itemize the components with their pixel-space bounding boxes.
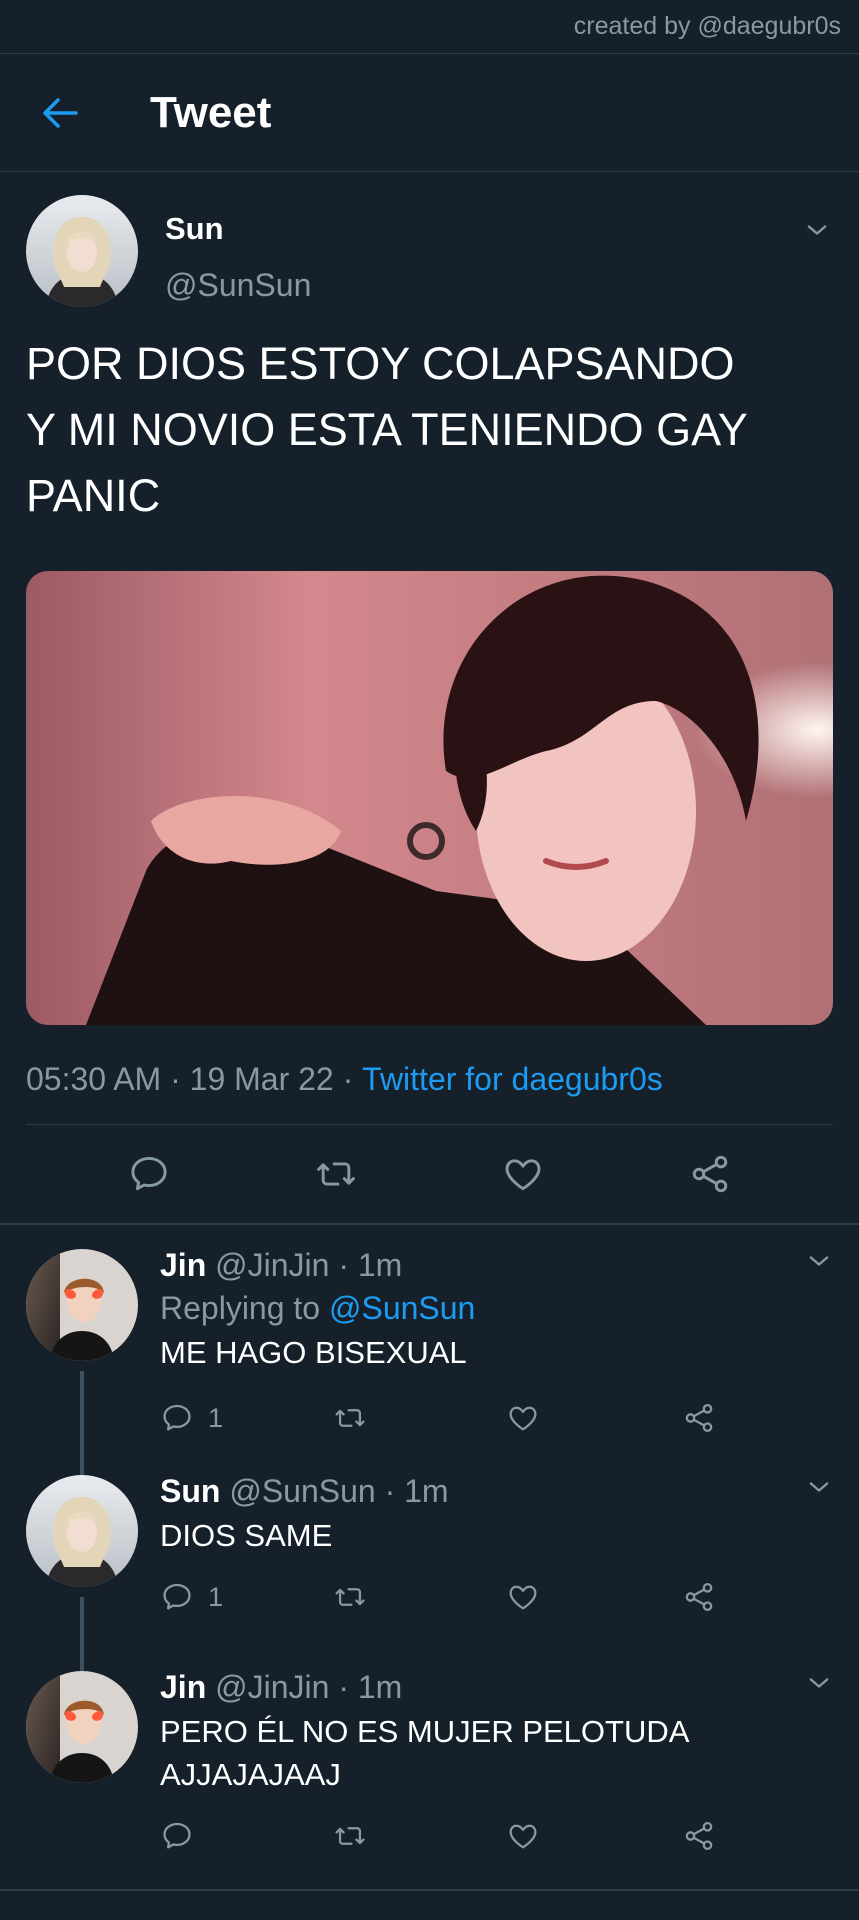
reply-time: · 1m	[384, 1473, 449, 1509]
share-icon	[682, 1580, 716, 1614]
reply-header: Jin @JinJin · 1m	[160, 1247, 833, 1284]
credit-bar: created by @daegubr0s	[0, 0, 859, 54]
tweet-image[interactable]	[26, 571, 833, 1025]
reply-actions: 1	[160, 1577, 833, 1617]
reply-author-handle[interactable]: @SunSun	[229, 1473, 375, 1509]
reply-tweet[interactable]: Jin @JinJin · 1m Replying to @SunSun ME …	[0, 1225, 859, 1475]
author-names: Sun @SunSun	[165, 195, 311, 304]
share-button[interactable]	[682, 1819, 716, 1853]
retweet-button[interactable]	[333, 1401, 506, 1435]
reply-button[interactable]: 1	[160, 1401, 333, 1435]
page-title: Tweet	[150, 87, 272, 137]
share-button[interactable]	[688, 1152, 732, 1196]
reply-button[interactable]	[160, 1819, 333, 1853]
retweet-button[interactable]	[333, 1819, 506, 1853]
reply-actions	[160, 1816, 833, 1856]
comment-icon	[160, 1580, 194, 1614]
chevron-down-icon[interactable]	[803, 216, 831, 244]
thread-line	[80, 1371, 84, 1475]
replying-to: Replying to @SunSun	[160, 1290, 833, 1327]
like-button[interactable]	[506, 1401, 682, 1435]
top-header: Tweet	[0, 54, 859, 172]
thread-line	[80, 1597, 84, 1671]
main-tweet-actions	[26, 1125, 833, 1223]
comment-icon	[127, 1152, 171, 1196]
reply-tweet[interactable]: Jin @JinJin · 1m PERO ÉL NO ES MUJER PEL…	[0, 1669, 859, 1889]
back-button[interactable]	[38, 91, 82, 135]
reply-author-name[interactable]: Sun	[160, 1473, 220, 1509]
reply-text: DIOS SAME	[160, 1518, 333, 1553]
reply-author-name[interactable]: Jin	[160, 1247, 206, 1283]
comment-icon	[160, 1401, 194, 1435]
like-button[interactable]	[506, 1580, 682, 1614]
credit-text: created by @daegubr0s	[573, 12, 841, 40]
reply-author-handle[interactable]: @JinJin	[215, 1669, 329, 1705]
reply-body: Jin @JinJin · 1m PERO ÉL NO ES MUJER PEL…	[160, 1669, 833, 1889]
retweet-icon	[314, 1152, 358, 1196]
avatar[interactable]	[26, 195, 138, 307]
reply-author-handle[interactable]: @JinJin	[215, 1247, 329, 1283]
back-arrow-icon	[43, 97, 78, 128]
heart-icon	[506, 1580, 540, 1614]
like-button[interactable]	[506, 1819, 682, 1853]
reply-author-name[interactable]: Jin	[160, 1669, 206, 1705]
author-name[interactable]: Sun	[165, 211, 311, 247]
share-icon	[688, 1152, 732, 1196]
main-tweet: Sun @SunSun POR DIOS ESTOY COLAPSANDO Y …	[0, 172, 859, 1223]
retweet-button[interactable]	[333, 1580, 506, 1614]
reply-tweet[interactable]: Sun @SunSun · 1m DIOS SAME 1	[0, 1473, 859, 1671]
avatar[interactable]	[26, 1671, 138, 1783]
comment-icon	[160, 1819, 194, 1853]
tweet-meta: 05:30 AM · 19 Mar 22 · Twitter for daegu…	[26, 1061, 833, 1098]
tweet-text: POR DIOS ESTOY COLAPSANDO Y MI NOVIO EST…	[26, 338, 748, 521]
meta-separator: ·	[161, 1061, 190, 1097]
heart-icon	[506, 1819, 540, 1853]
avatar[interactable]	[26, 1249, 138, 1361]
tweet-source-link[interactable]: Twitter for daegubr0s	[362, 1061, 663, 1098]
section-divider	[0, 1889, 859, 1891]
heart-icon	[506, 1401, 540, 1435]
reply-actions: 1	[160, 1398, 833, 1438]
tweet-date: 19 Mar 22	[189, 1061, 334, 1097]
reply-time: · 1m	[338, 1669, 403, 1705]
replying-prefix: Replying to	[160, 1290, 329, 1326]
reply-body: Sun @SunSun · 1m DIOS SAME 1	[160, 1473, 833, 1671]
reply-body: Jin @JinJin · 1m Replying to @SunSun ME …	[160, 1247, 833, 1475]
comment-count: 1	[208, 1581, 224, 1612]
retweet-icon	[333, 1819, 367, 1853]
chevron-down-icon[interactable]	[805, 1473, 833, 1501]
reply-text: ME HAGO BISEXUAL	[160, 1335, 467, 1370]
share-icon	[682, 1401, 716, 1435]
heart-icon	[501, 1152, 545, 1196]
reply-header: Jin @JinJin · 1m	[160, 1669, 833, 1706]
retweet-icon	[333, 1401, 367, 1435]
retweet-icon	[333, 1580, 367, 1614]
like-button[interactable]	[501, 1152, 545, 1196]
reply-text: PERO ÉL NO ES MUJER PELOTUDA AJJAJAJAAJ	[160, 1714, 690, 1792]
reply-button[interactable]: 1	[160, 1580, 333, 1614]
main-tweet-author: Sun @SunSun	[26, 172, 833, 307]
chevron-down-icon[interactable]	[805, 1247, 833, 1275]
chevron-down-icon[interactable]	[805, 1669, 833, 1697]
retweet-button[interactable]	[314, 1152, 358, 1196]
share-button[interactable]	[682, 1580, 716, 1614]
replying-to-handle[interactable]: @SunSun	[329, 1290, 475, 1326]
avatar[interactable]	[26, 1475, 138, 1587]
share-icon	[682, 1819, 716, 1853]
reply-time: · 1m	[338, 1247, 403, 1283]
comment-count: 1	[208, 1402, 224, 1433]
meta-separator: ·	[333, 1061, 363, 1097]
tweet-time: 05:30 AM	[26, 1061, 162, 1097]
share-button[interactable]	[682, 1401, 716, 1435]
reply-button[interactable]	[127, 1152, 171, 1196]
author-handle[interactable]: @SunSun	[165, 267, 311, 304]
reply-header: Sun @SunSun · 1m	[160, 1473, 833, 1510]
